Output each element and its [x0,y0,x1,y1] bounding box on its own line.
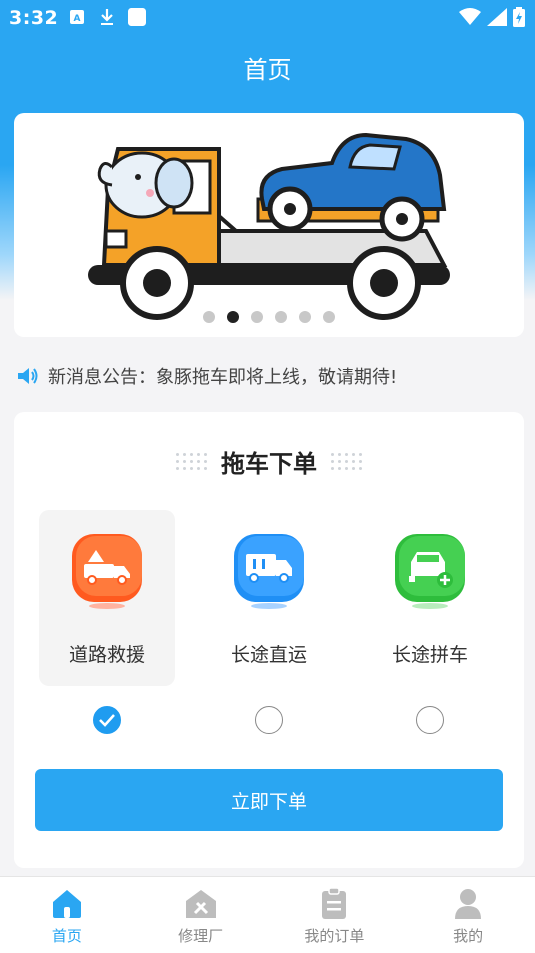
home-icon [50,887,84,921]
app-notification-icon [128,8,146,26]
card-title: 拖车下单 [221,450,317,478]
promo-banner[interactable] [14,113,524,337]
service-label: 道路救援 [68,644,145,666]
profile-icon [451,887,485,921]
svg-text:A: A [74,14,81,24]
banner-dot[interactable] [299,311,311,323]
card-heading: 拖车下单 [14,444,524,479]
announcement-bar[interactable]: 新消息公告：象豚拖车即将上线，敬请期待! [16,362,397,390]
heading-decoration-right [331,453,362,470]
tow-truck-illustration [88,132,450,320]
carpool-car-icon [393,532,467,609]
service-label: 长途拼车 [391,644,468,666]
banner-dot[interactable] [251,311,263,323]
status-time: 3:32 [9,7,59,29]
page-title: 首页 [243,56,292,84]
tab-label: 我的 [453,927,484,945]
place-order-button[interactable]: 立即下单 [35,769,503,831]
tab-home[interactable]: 首页 [0,877,134,953]
service-carpool-radio[interactable] [416,706,444,734]
service-road-rescue[interactable]: 道路救援 [39,510,175,686]
tow-order-card: 拖车下单 道路救援 长途直运 长途拼车 立即下单 [14,412,524,868]
banner-dot[interactable] [275,311,287,323]
bottom-tab-bar: 首页 修理厂 我的订单 我的 [0,876,535,953]
service-long-haul[interactable]: 长途直运 [201,510,337,686]
service-label: 长途直运 [230,644,307,666]
wifi-icon [459,8,481,31]
service-road-rescue-radio[interactable] [93,706,121,734]
announcement-text: 新消息公告：象豚拖车即将上线，敬请期待! [48,367,398,388]
tab-label: 首页 [51,927,82,945]
rescue-truck-icon [70,532,144,609]
tab-profile[interactable]: 我的 [401,877,535,953]
long-haul-truck-icon [232,532,306,609]
signal-icon [487,8,507,31]
tab-label: 我的订单 [304,927,365,945]
banner-dot[interactable] [203,311,215,323]
tab-label: 修理厂 [178,927,224,945]
service-carpool[interactable]: 长途拼车 [362,510,498,686]
heading-decoration-left [176,453,207,470]
status-bar: 3:32 A [0,0,535,36]
banner-dot[interactable] [323,311,335,323]
service-long-haul-radio[interactable] [255,706,283,734]
battery-icon [513,7,525,32]
tab-my-orders[interactable]: 我的订单 [268,877,402,953]
speaker-icon [16,364,40,388]
tab-repair-shop[interactable]: 修理厂 [134,877,268,953]
keyboard-notification-icon: A [68,8,86,26]
banner-dot[interactable] [227,311,239,323]
repair-shop-icon [184,887,218,921]
banner-pagination [14,311,524,323]
download-notification-icon [98,8,116,26]
orders-icon [317,887,351,921]
